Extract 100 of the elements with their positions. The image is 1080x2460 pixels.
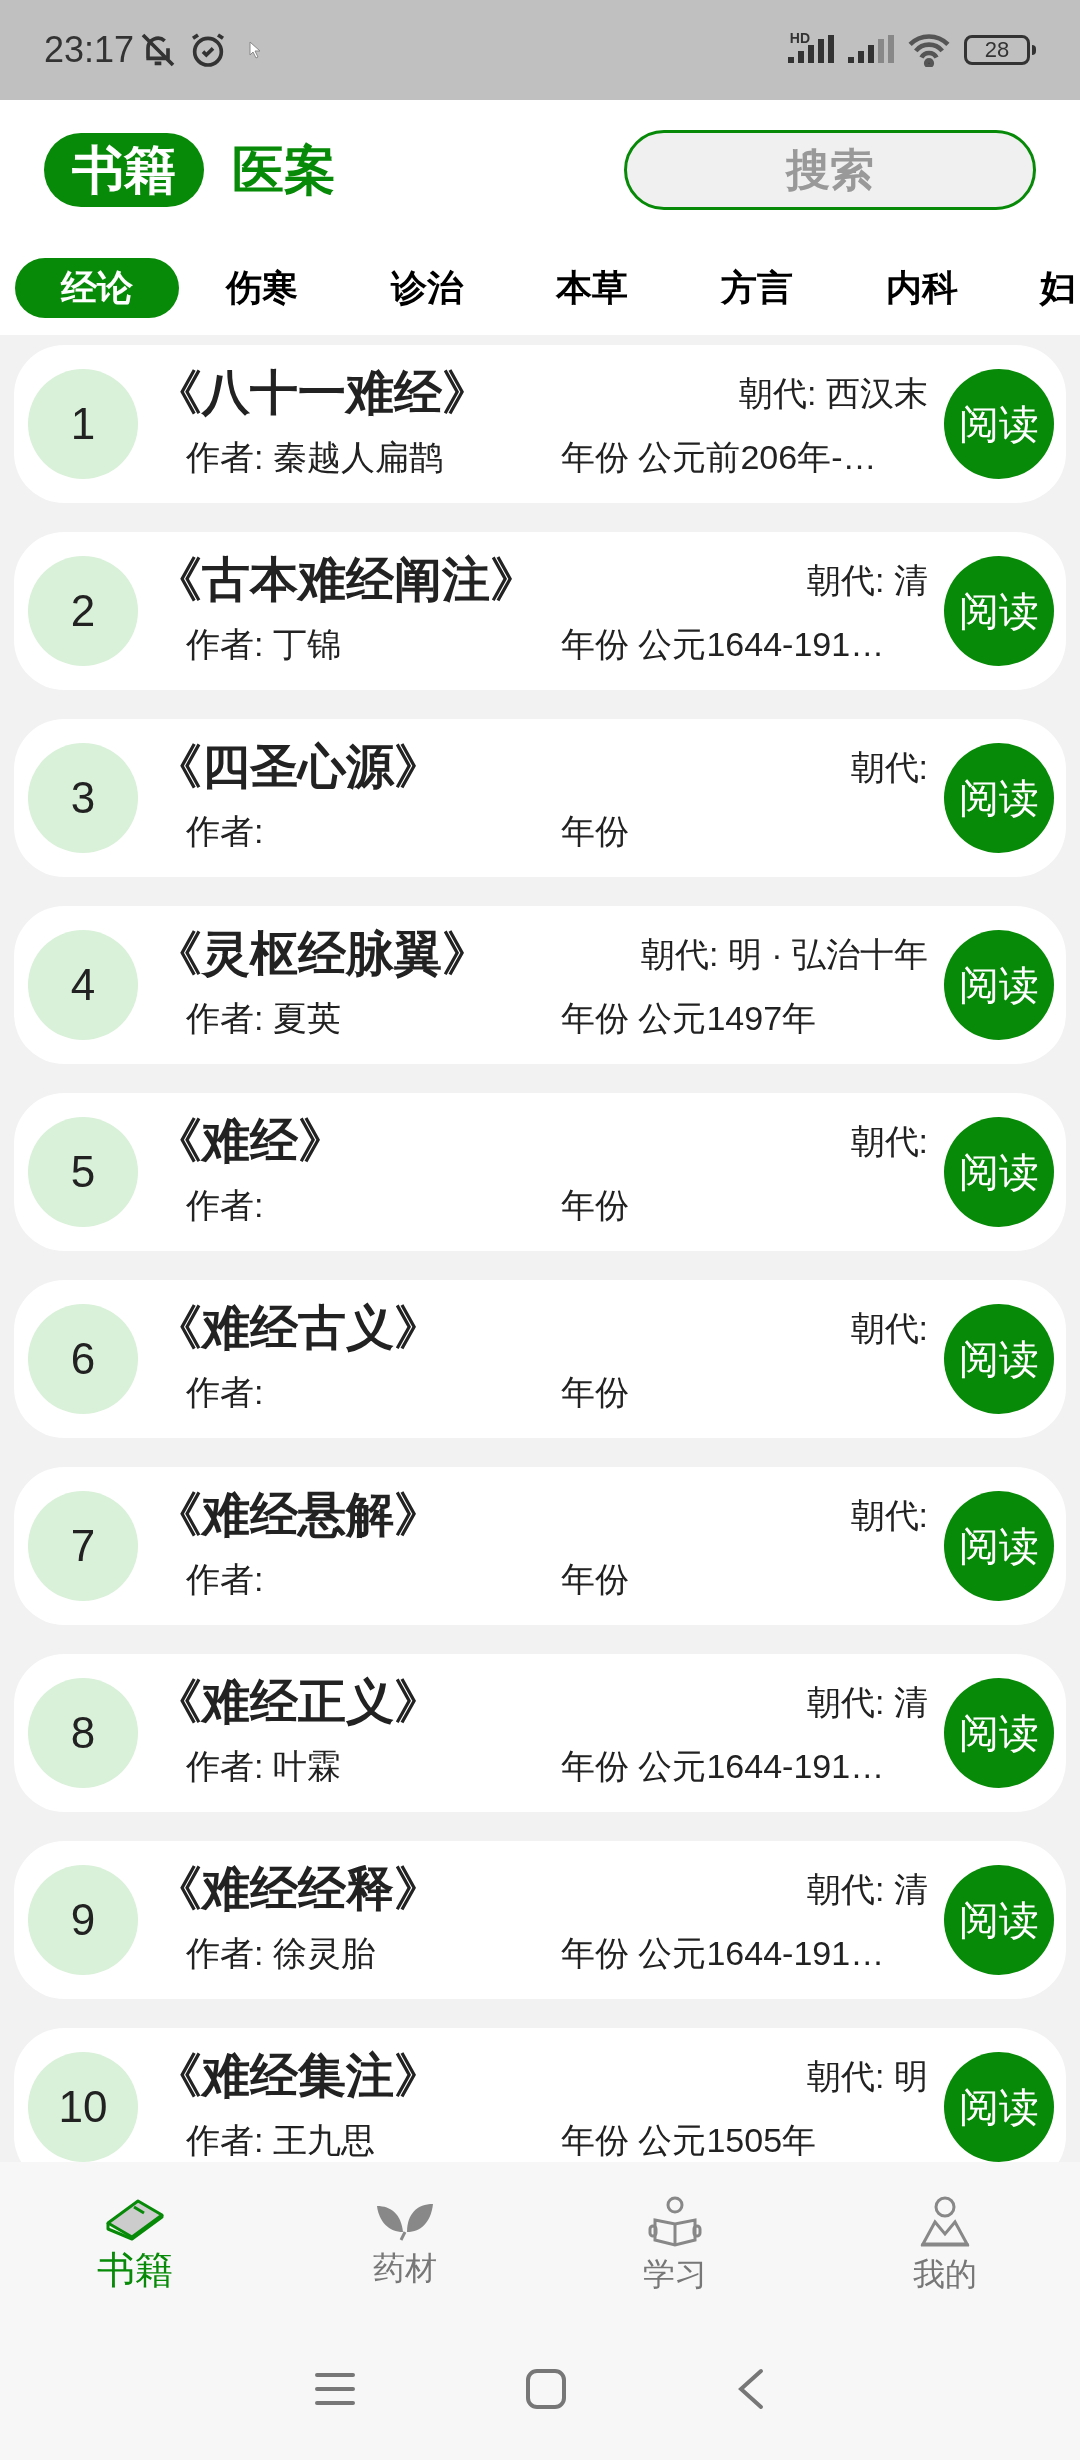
read-button[interactable]: 阅读 bbox=[944, 930, 1054, 1040]
leaf-icon bbox=[377, 2202, 433, 2242]
book-card[interactable]: 5 《难经》 朝代: 作者: 年份 阅读 bbox=[14, 1093, 1066, 1251]
book-number: 4 bbox=[28, 930, 138, 1040]
category-tab[interactable]: 经论 bbox=[14, 257, 179, 318]
year-text: 年份 bbox=[561, 1558, 629, 1600]
nav-label: 学习 bbox=[643, 2258, 707, 2290]
author-text: 作者: 丁锦 bbox=[186, 623, 342, 665]
book-number: 10 bbox=[28, 2052, 138, 2162]
author-text: 作者: bbox=[186, 1371, 265, 1413]
category-tab[interactable]: 伤寒 bbox=[225, 257, 298, 318]
book-number: 2 bbox=[28, 556, 138, 666]
reader-icon bbox=[647, 2196, 703, 2248]
category-tab[interactable]: 内科 bbox=[885, 257, 958, 318]
read-button[interactable]: 阅读 bbox=[944, 1865, 1054, 1975]
author-text: 作者: bbox=[186, 1184, 265, 1226]
year-text: 年份 公元1644-191… bbox=[561, 1745, 885, 1787]
signal-icon bbox=[786, 35, 836, 65]
nav-label: 书籍 bbox=[97, 2251, 173, 2289]
year-text: 年份 bbox=[561, 810, 629, 852]
top-tab[interactable]: 书籍 bbox=[44, 133, 204, 207]
nav-tab[interactable]: 药材 bbox=[270, 2178, 540, 2308]
book-title: 《难经》 bbox=[154, 1113, 346, 1169]
nav-tab[interactable]: 我的 bbox=[810, 2178, 1080, 2308]
hd-label: HD bbox=[789, 29, 810, 48]
dynasty-text: 朝代: bbox=[850, 1120, 929, 1162]
read-button[interactable]: 阅读 bbox=[944, 1678, 1054, 1788]
dynasty-text: 朝代: bbox=[850, 746, 929, 788]
book-title: 《四圣心源》 bbox=[154, 739, 442, 795]
status-time: 23:17 bbox=[44, 28, 135, 72]
book-title: 《难经集注》 bbox=[154, 2048, 442, 2104]
home-icon[interactable] bbox=[525, 2368, 567, 2410]
year-text: 年份 公元前206年-… bbox=[561, 436, 877, 478]
read-button[interactable]: 阅读 bbox=[944, 2052, 1054, 2162]
dynasty-text: 朝代: 清 bbox=[807, 1868, 929, 1910]
book-number: 7 bbox=[28, 1491, 138, 1601]
book-card[interactable]: 10 《难经集注》 朝代: 明 作者: 王九思 年份 公元1505年 阅读 bbox=[14, 2028, 1066, 2162]
book-number: 9 bbox=[28, 1865, 138, 1975]
book-title: 《难经古义》 bbox=[154, 1300, 442, 1356]
book-card[interactable]: 2 《古本难经阐注》 朝代: 清 作者: 丁锦 年份 公元1644-191… 阅读 bbox=[14, 532, 1066, 690]
top-tab[interactable]: 医案 bbox=[222, 133, 346, 207]
book-number: 8 bbox=[28, 1678, 138, 1788]
read-button[interactable]: 阅读 bbox=[944, 369, 1054, 479]
category-tab[interactable]: 妇 bbox=[1040, 257, 1076, 318]
read-button[interactable]: 阅读 bbox=[944, 556, 1054, 666]
dynasty-text: 朝代: bbox=[850, 1494, 929, 1536]
dynasty-text: 朝代: 明 · 弘治十年 bbox=[640, 933, 929, 975]
read-button[interactable]: 阅读 bbox=[944, 1117, 1054, 1227]
book-number: 6 bbox=[28, 1304, 138, 1414]
category-tab[interactable]: 诊治 bbox=[390, 257, 463, 318]
book-title: 《难经悬解》 bbox=[154, 1487, 442, 1543]
book-title: 《难经经释》 bbox=[154, 1861, 442, 1917]
book-card[interactable]: 3 《四圣心源》 朝代: 作者: 年份 阅读 bbox=[14, 719, 1066, 877]
author-text: 作者: bbox=[186, 810, 265, 852]
year-text: 年份 公元1497年 bbox=[561, 997, 817, 1039]
author-text: 作者: 徐灵胎 bbox=[186, 1932, 376, 1974]
year-text: 年份 公元1644-191… bbox=[561, 1932, 885, 1974]
nav-tab[interactable]: 学习 bbox=[540, 2178, 810, 2308]
person-icon bbox=[919, 2196, 971, 2248]
book-title: 《八十一难经》 bbox=[154, 365, 490, 421]
author-text: 作者: 秦越人扁鹊 bbox=[186, 436, 444, 478]
search-field[interactable]: 搜索 bbox=[624, 130, 1036, 210]
nav-label: 我的 bbox=[913, 2258, 977, 2290]
read-button[interactable]: 阅读 bbox=[944, 1491, 1054, 1601]
dynasty-text: 朝代: 明 bbox=[807, 2055, 929, 2097]
book-card[interactable]: 1 《八十一难经》 朝代: 西汉末 作者: 秦越人扁鹊 年份 公元前206年-… 阅读 bbox=[14, 345, 1066, 503]
dynasty-text: 朝代: bbox=[850, 1307, 929, 1349]
signal-icon bbox=[846, 35, 896, 65]
wifi-icon bbox=[906, 33, 952, 67]
nav-label: 药材 bbox=[373, 2252, 437, 2284]
book-number: 1 bbox=[28, 369, 138, 479]
year-text: 年份 公元1644-191… bbox=[561, 623, 885, 665]
read-button[interactable]: 阅读 bbox=[944, 1304, 1054, 1414]
book-card[interactable]: 6 《难经古义》 朝代: 作者: 年份 阅读 bbox=[14, 1280, 1066, 1438]
book-title: 《灵枢经脉翼》 bbox=[154, 926, 490, 982]
book-title: 《古本难经阐注》 bbox=[154, 552, 538, 608]
back-icon[interactable] bbox=[737, 2368, 765, 2410]
author-text: 作者: 王九思 bbox=[186, 2119, 376, 2161]
battery-level: 28 bbox=[984, 39, 1010, 61]
category-tab[interactable]: 本草 bbox=[555, 257, 628, 318]
menu-icon[interactable] bbox=[315, 2371, 355, 2407]
year-text: 年份 公元1505年 bbox=[561, 2119, 817, 2161]
nav-tab[interactable]: 书籍 bbox=[0, 2178, 270, 2308]
dynasty-text: 朝代: 西汉末 bbox=[739, 372, 929, 414]
book-card[interactable]: 4 《灵枢经脉翼》 朝代: 明 · 弘治十年 作者: 夏英 年份 公元1497年 阅读 bbox=[14, 906, 1066, 1064]
author-text: 作者: bbox=[186, 1558, 265, 1600]
author-text: 作者: 叶霖 bbox=[186, 1745, 342, 1787]
read-button[interactable]: 阅读 bbox=[944, 743, 1054, 853]
dynasty-text: 朝代: 清 bbox=[807, 1681, 929, 1723]
category-tab[interactable]: 方言 bbox=[720, 257, 793, 318]
book-card[interactable]: 8 《难经正义》 朝代: 清 作者: 叶霖 年份 公元1644-191… 阅读 bbox=[14, 1654, 1066, 1812]
year-text: 年份 bbox=[561, 1371, 629, 1413]
year-text: 年份 bbox=[561, 1184, 629, 1226]
dynasty-text: 朝代: 清 bbox=[807, 559, 929, 601]
book-card[interactable]: 9 《难经经释》 朝代: 清 作者: 徐灵胎 年份 公元1644-191… 阅读 bbox=[14, 1841, 1066, 1999]
author-text: 作者: 夏英 bbox=[186, 997, 342, 1039]
book-icon bbox=[104, 2197, 166, 2241]
book-title: 《难经正义》 bbox=[154, 1674, 442, 1730]
book-card[interactable]: 7 《难经悬解》 朝代: 作者: 年份 阅读 bbox=[14, 1467, 1066, 1625]
book-number: 3 bbox=[28, 743, 138, 853]
